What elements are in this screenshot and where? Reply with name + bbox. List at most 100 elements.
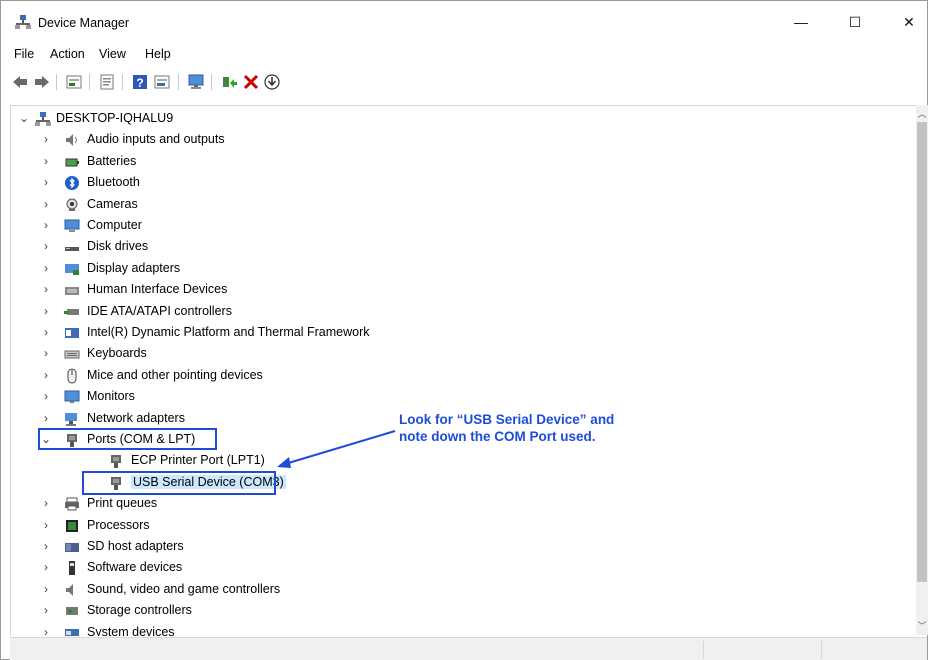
chevron-right-icon[interactable]: ›: [44, 519, 54, 531]
annotation-line-2: note down the COM Port used.: [399, 429, 596, 444]
tree-category[interactable]: › SD host adapters: [11, 536, 911, 557]
tree-category[interactable]: › Disk drives: [11, 236, 911, 257]
tree-category-label: Display adapters: [87, 261, 181, 275]
tree-category[interactable]: › Storage controllers: [11, 600, 911, 621]
chevron-right-icon[interactable]: ›: [44, 176, 54, 188]
tree-category-label: System devices: [87, 625, 175, 636]
chevron-right-icon[interactable]: ›: [44, 326, 54, 338]
tree-category-label: Storage controllers: [87, 603, 192, 617]
chevron-right-icon[interactable]: ›: [44, 262, 54, 274]
storage-controller-icon: [66, 607, 78, 615]
chevron-right-icon[interactable]: ›: [44, 155, 54, 167]
scan-hardware-icon[interactable]: [187, 73, 205, 91]
properties-icon[interactable]: [98, 73, 116, 91]
tree-category[interactable]: › Mice and other pointing devices: [11, 365, 911, 386]
tree-category-label: Software devices: [87, 560, 183, 574]
chevron-right-icon[interactable]: ›: [44, 497, 54, 509]
status-bar: [10, 637, 927, 660]
port-icon: [111, 455, 121, 468]
tree-category[interactable]: › Keyboards: [11, 343, 911, 364]
tree-category[interactable]: › System devices: [11, 622, 911, 636]
chevron-right-icon[interactable]: ›: [44, 198, 54, 210]
tree-category[interactable]: › Cameras: [11, 194, 911, 215]
scroll-thumb[interactable]: [917, 122, 927, 582]
maximize-button[interactable]: ☐: [835, 9, 875, 35]
chevron-right-icon[interactable]: ›: [44, 626, 54, 636]
chevron-right-icon[interactable]: ›: [44, 133, 54, 145]
chevron-right-icon[interactable]: ›: [44, 305, 54, 317]
tree-category-label: Intel(R) Dynamic Platform and Thermal Fr…: [87, 325, 370, 339]
menu-help[interactable]: Help: [145, 47, 171, 61]
tree-category-label: Cameras: [87, 197, 138, 211]
vertical-scrollbar[interactable]: ︿ ﹀: [916, 105, 928, 635]
processor-icon: [66, 520, 78, 532]
tree-category[interactable]: › Software devices: [11, 557, 911, 578]
chevron-down-icon[interactable]: ⌄: [19, 112, 29, 124]
keyboard-icon: [64, 350, 80, 359]
show-hidden-icon[interactable]: [65, 73, 83, 91]
chevron-right-icon[interactable]: ›: [44, 540, 54, 552]
chevron-right-icon[interactable]: ›: [44, 240, 54, 252]
tree-category-label: SD host adapters: [87, 539, 184, 553]
tree-category[interactable]: › Processors: [11, 515, 911, 536]
chevron-right-icon[interactable]: ›: [44, 412, 54, 424]
computer-root-icon: [35, 112, 51, 126]
scroll-down-icon[interactable]: ﹀: [916, 619, 928, 633]
tree-category-label: Audio inputs and outputs: [87, 132, 225, 146]
chevron-right-icon[interactable]: ›: [44, 583, 54, 595]
speaker-icon: [66, 134, 77, 146]
tree-category[interactable]: › Computer: [11, 215, 911, 236]
annotation-arrow: [277, 430, 396, 468]
tree-device-label: ECP Printer Port (LPT1): [131, 453, 265, 467]
svg-text:?: ?: [136, 76, 143, 90]
chevron-right-icon[interactable]: ›: [44, 561, 54, 573]
details-view-icon[interactable]: [153, 73, 171, 91]
tree-category[interactable]: › Audio inputs and outputs: [11, 129, 911, 150]
tree-root-label: DESKTOP-IQHALU9: [56, 111, 174, 125]
chevron-right-icon[interactable]: ›: [44, 390, 54, 402]
toolbar-separator: [178, 74, 179, 90]
sd-adapter-icon: [65, 543, 79, 552]
uninstall-icon[interactable]: [242, 73, 260, 91]
camera-icon: [66, 198, 78, 211]
chevron-right-icon[interactable]: ›: [44, 604, 54, 616]
tree-device[interactable]: ECP Printer Port (LPT1): [11, 450, 911, 471]
forward-arrow-icon[interactable]: [33, 73, 51, 91]
mouse-icon: [67, 368, 77, 384]
tree-category[interactable]: › Print queues: [11, 493, 911, 514]
chevron-right-icon[interactable]: ›: [44, 347, 54, 359]
usb-serial-highlight-box: [82, 471, 276, 495]
computer-icon: [64, 219, 80, 232]
help-icon[interactable]: ?: [131, 73, 149, 91]
tree-category[interactable]: › Monitors: [11, 386, 911, 407]
tree-category[interactable]: › Display adapters: [11, 258, 911, 279]
device-tree[interactable]: ⌄ DESKTOP-IQHALU9 › Audio inputs and outp…: [10, 105, 917, 636]
back-arrow-icon[interactable]: [11, 73, 29, 91]
chevron-right-icon[interactable]: ›: [44, 219, 54, 231]
tree-category[interactable]: › Bluetooth: [11, 172, 911, 193]
close-button[interactable]: ✕: [889, 9, 928, 35]
update-driver-icon[interactable]: [220, 73, 238, 91]
battery-icon: [65, 158, 79, 167]
tree-category-label: Human Interface Devices: [87, 282, 228, 296]
menu-view[interactable]: View: [99, 47, 126, 61]
tree-category[interactable]: › IDE ATA/ATAPI controllers: [11, 301, 911, 322]
tree-root[interactable]: ⌄ DESKTOP-IQHALU9: [11, 108, 911, 129]
tree-category[interactable]: › Batteries: [11, 151, 911, 172]
scroll-up-icon[interactable]: ︿: [916, 107, 928, 121]
tree-category-label: Computer: [87, 218, 142, 232]
minimize-button[interactable]: —: [781, 9, 821, 35]
toolbar-separator: [211, 74, 212, 90]
tree-category[interactable]: › Human Interface Devices: [11, 279, 911, 300]
window-title: Device Manager: [38, 16, 130, 30]
download-icon[interactable]: [263, 73, 281, 91]
menu-action[interactable]: Action: [50, 47, 85, 61]
tree-category[interactable]: › Sound, video and game controllers: [11, 579, 911, 600]
tree-category-label: Disk drives: [87, 239, 149, 253]
tree-category[interactable]: › Intel(R) Dynamic Platform and Thermal F…: [11, 322, 911, 343]
chevron-right-icon[interactable]: ›: [44, 369, 54, 381]
chevron-right-icon[interactable]: ›: [44, 283, 54, 295]
menu-file[interactable]: File: [14, 47, 34, 61]
annotation-line-1: Look for “USB Serial Device” and: [399, 412, 615, 427]
toolbar-separator: [56, 74, 57, 90]
